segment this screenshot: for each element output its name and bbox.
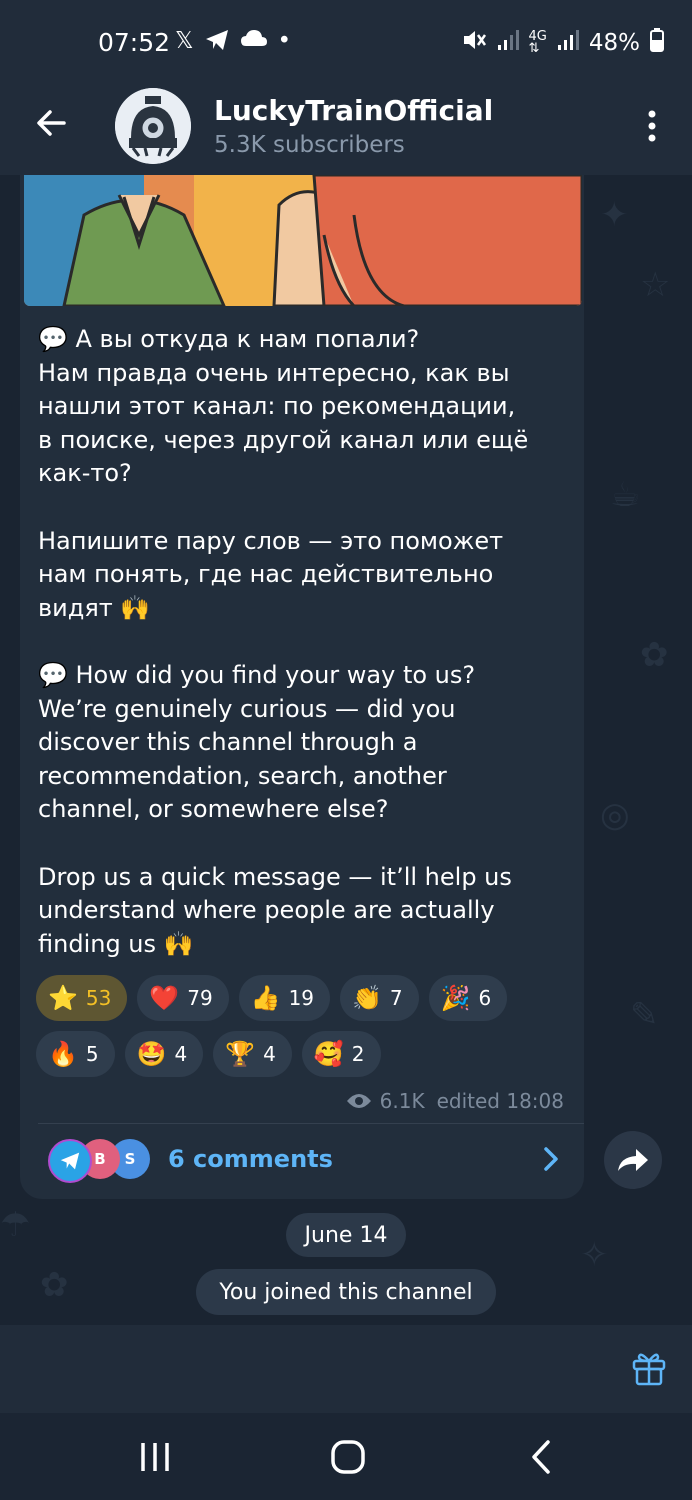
star-struck-icon: 🤩: [136, 1040, 167, 1068]
battery-icon: [650, 28, 664, 58]
post-line: 💬 А вы откуда к нам попали?: [38, 325, 420, 353]
signal-icon-2: [557, 29, 579, 57]
channel-post[interactable]: 💬 А вы откуда к нам попали? Нам правда о…: [20, 175, 584, 1199]
post-line: finding us 🙌: [38, 929, 194, 958]
eye-icon: [346, 1094, 371, 1108]
train-logo-icon: [115, 88, 191, 164]
notification-icons: 𝕏 •: [175, 28, 291, 58]
fire-icon: 🔥: [48, 1040, 78, 1068]
post-line: understand where people are actually: [38, 896, 495, 925]
post-line: 💬 How did you find your way to us?: [38, 660, 476, 689]
post-line: нашли этот канал: по рекомендации,: [38, 392, 516, 421]
recent-apps-icon[interactable]: [130, 1435, 180, 1479]
reaction-star[interactable]: ⭐ 53: [36, 975, 128, 1021]
reaction-count: 4: [263, 1042, 276, 1066]
reaction-count: 7: [389, 986, 403, 1010]
divider: [38, 1123, 584, 1124]
smiling-hearts-icon: 🥰: [313, 1040, 344, 1068]
party-popper-icon: 🎉: [440, 984, 471, 1012]
telegram-icon: [204, 28, 230, 58]
channel-title[interactable]: LuckyTrainOfficial: [214, 94, 493, 127]
chat-area[interactable]: ✦ ☆ ☕ ✿ ◎ ✎ ☂ ✧ ✿ 💬 А вы откуда к нам по…: [0, 175, 692, 1325]
thumbs-up-icon: 👍: [250, 984, 281, 1012]
dot-icon: •: [277, 28, 292, 54]
post-line: нам понять, где нас действительно: [38, 560, 494, 589]
illustration-image: [24, 175, 582, 306]
status-time: 07:52: [98, 28, 171, 57]
home-icon[interactable]: [323, 1435, 373, 1479]
post-meta: 6.1K edited 18:08: [346, 1089, 564, 1113]
post-line: We’re genuinely curious — did you: [38, 694, 456, 723]
view-count: 6.1K: [379, 1089, 425, 1113]
post-text: 💬 А вы откуда к нам попали? Нам правда о…: [38, 323, 568, 961]
more-options-icon[interactable]: [642, 106, 662, 146]
reaction-count: 4: [174, 1042, 188, 1066]
post-line: как-то?: [38, 459, 132, 488]
commenter-avatar: [48, 1139, 92, 1183]
background-doodle: ✿: [640, 635, 669, 675]
star-icon: ⭐: [48, 984, 78, 1012]
reaction-party[interactable]: 🎉 6: [428, 975, 508, 1021]
channel-bottom-bar: [0, 1325, 692, 1413]
back-arrow-icon[interactable]: [30, 102, 72, 144]
post-line: в поиске, через другой канал или ещё: [38, 425, 529, 454]
reaction-fire[interactable]: 🔥 5: [36, 1031, 115, 1077]
x-icon: 𝕏: [175, 28, 194, 54]
trophy-icon: 🏆: [225, 1040, 256, 1068]
reaction-heart[interactable]: ❤️ 79: [137, 975, 229, 1021]
reaction-trophy[interactable]: 🏆 4: [213, 1031, 292, 1077]
reaction-clap[interactable]: 👏 7: [340, 975, 419, 1021]
comments-button[interactable]: B S 6 comments: [20, 1125, 584, 1199]
edited-time: edited 18:08: [436, 1089, 564, 1113]
background-doodle: ✿: [40, 1265, 69, 1305]
background-doodle: ◎: [600, 795, 630, 835]
reaction-thumbs-up[interactable]: 👍 19: [238, 975, 331, 1021]
battery-text: 48%: [588, 30, 640, 56]
reaction-count: 2: [351, 1042, 365, 1066]
signal-icon: [497, 29, 519, 57]
post-line: Нам правда очень интересно, как вы: [38, 358, 510, 387]
joined-notice: You joined this channel: [196, 1269, 496, 1315]
chat-header: LuckyTrainOfficial 5.3K subscribers: [0, 88, 692, 175]
4g-icon: 4G ⇅: [528, 29, 547, 56]
post-line: Напишите пару слов — это поможет: [38, 526, 504, 555]
background-doodle: ✎: [630, 995, 659, 1035]
post-line: Drop us a quick message — it’ll help us: [38, 862, 512, 891]
background-doodle: ✦: [600, 195, 629, 235]
background-doodle: ✧: [580, 1235, 609, 1275]
system-navigation-bar: [0, 1413, 692, 1500]
heart-icon: ❤️: [149, 984, 180, 1012]
back-nav-icon[interactable]: [517, 1435, 567, 1479]
reaction-count: 5: [85, 1042, 99, 1066]
share-button[interactable]: [604, 1131, 662, 1189]
reaction-count: 6: [478, 986, 492, 1010]
subscriber-count: 5.3K subscribers: [214, 132, 405, 158]
reaction-smiling-hearts[interactable]: 🥰 2: [301, 1031, 381, 1077]
post-line: видят 🙌: [38, 593, 151, 622]
comments-label: 6 comments: [168, 1145, 333, 1173]
cloud-icon: [240, 28, 268, 58]
background-doodle: ☆: [640, 265, 671, 305]
channel-avatar[interactable]: [115, 88, 191, 164]
mute-icon: [461, 28, 487, 58]
reaction-count: 79: [187, 986, 213, 1010]
post-image[interactable]: [24, 175, 582, 306]
date-separator: June 14: [286, 1213, 406, 1257]
post-line: recommendation, search, another: [38, 761, 447, 790]
reaction-star-struck[interactable]: 🤩 4: [124, 1031, 204, 1077]
reaction-count: 53: [85, 986, 112, 1010]
post-line: discover this channel through a: [38, 728, 418, 757]
background-doodle: ☂: [0, 1205, 31, 1245]
share-arrow-icon: [618, 1149, 648, 1171]
system-icons: 4G ⇅ 48%: [461, 28, 664, 58]
gift-icon[interactable]: [630, 1349, 668, 1387]
background-doodle: ☕: [610, 475, 641, 515]
chevron-right-icon: [542, 1145, 560, 1180]
post-line: channel, or somewhere else?: [38, 795, 389, 824]
reaction-count: 19: [288, 986, 315, 1010]
clap-icon: 👏: [352, 984, 382, 1012]
reactions: ⭐ 53 ❤️ 79 👍 19 👏 7 🎉 6 🔥 5 🤩 4 🏆 4 🥰 2: [36, 975, 576, 1087]
status-bar: 07:52 𝕏 • 4G ⇅ 48%: [0, 0, 692, 88]
